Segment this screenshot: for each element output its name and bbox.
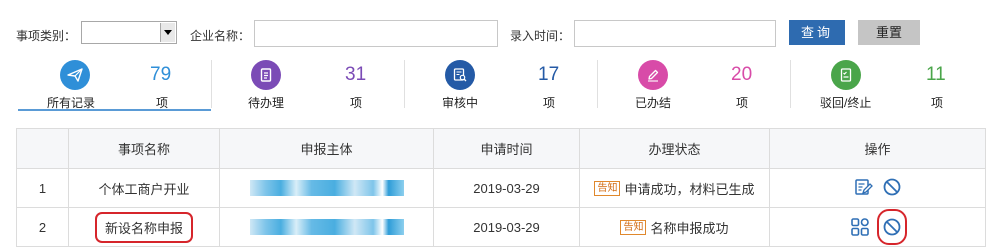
summary-unit: 项: [931, 96, 944, 110]
column-header-applicant: 申报主体: [219, 128, 434, 169]
summary-count: 11: [926, 64, 946, 85]
notice-tag: 告知: [620, 219, 647, 235]
item-name-cell: 新设名称申报: [68, 207, 220, 247]
masked-applicant: [249, 180, 404, 197]
applicant-cell: [219, 207, 434, 247]
category-select[interactable]: [81, 21, 177, 44]
summary-unit: 项: [543, 96, 556, 110]
masked-applicant: [249, 219, 404, 236]
summary-unit: 项: [350, 96, 363, 110]
notice-tag: 告知: [594, 180, 621, 196]
summary-unit: 项: [736, 96, 749, 110]
table-row: 1 个体工商户开业 2019-03-29 告知 申请成功，材料已生成: [16, 168, 986, 208]
actions-cell: [769, 207, 986, 247]
highlighted-action: [876, 209, 907, 245]
divider: [790, 60, 791, 108]
column-header-date: 申请时间: [433, 128, 580, 169]
summary-label: 待办理: [248, 96, 285, 110]
applicant-cell: [219, 168, 434, 208]
summary-count: 31: [345, 64, 367, 85]
checklist-icon: [831, 60, 861, 90]
send-icon: [60, 60, 90, 90]
pen-icon: [638, 60, 668, 90]
apply-date: 2019-03-29: [433, 207, 580, 247]
status-cell: 告知 名称申报成功: [579, 207, 770, 247]
row-index: 2: [16, 207, 69, 247]
edit-form-icon[interactable]: [853, 176, 875, 198]
divider: [404, 60, 405, 108]
query-button[interactable]: 查询: [789, 20, 845, 45]
item-name: 个体工商户开业: [68, 168, 220, 208]
summary-count: 17: [538, 64, 560, 85]
table-header-row: 事项名称 申报主体 申请时间 办理状态 操作: [16, 128, 986, 169]
summary-card-pending[interactable]: 待办理 31 项: [211, 56, 404, 112]
summary-label: 已办结: [635, 96, 672, 110]
time-input[interactable]: [574, 20, 776, 47]
records-table: 事项名称 申报主体 申请时间 办理状态 操作 1 个体工商户开业 2019-03…: [16, 128, 986, 247]
company-label: 企业名称：: [190, 29, 251, 43]
document-list-icon: [251, 60, 281, 90]
cancel-icon[interactable]: [881, 176, 903, 198]
summary-label: 审核中: [442, 96, 479, 110]
column-header-status: 办理状态: [579, 128, 770, 169]
column-header-name: 事项名称: [68, 128, 220, 169]
status-cell: 告知 申请成功，材料已生成: [579, 168, 770, 208]
summary-card-rejected[interactable]: 驳回/终止 11 项: [790, 56, 983, 112]
status-text: 名称申报成功: [650, 220, 729, 236]
apply-date: 2019-03-29: [433, 168, 580, 208]
category-label: 事项类别：: [16, 29, 77, 43]
time-label: 录入时间：: [510, 29, 571, 43]
grid-apps-icon[interactable]: [849, 216, 871, 238]
filter-bar: 事项类别： 企业名称： 录入时间： 查询 重置: [0, 0, 1000, 50]
column-header-index: [16, 128, 69, 169]
divider: [211, 60, 212, 108]
row-index: 1: [16, 168, 69, 208]
table-row: 2 新设名称申报 2019-03-29 告知 名称申报成功: [16, 207, 986, 247]
company-input[interactable]: [254, 20, 498, 47]
status-text: 申请成功，材料已生成: [624, 181, 755, 197]
review-document-icon: [445, 60, 475, 90]
reset-button[interactable]: 重置: [858, 20, 920, 45]
cancel-icon[interactable]: [881, 216, 903, 238]
summary-count: 20: [731, 64, 753, 85]
actions-cell: [769, 168, 986, 208]
summary-card-reviewing[interactable]: 审核中 17 项: [404, 56, 597, 112]
summary-count: 79: [150, 64, 172, 85]
chevron-down-icon[interactable]: [160, 23, 175, 42]
divider: [597, 60, 598, 108]
summary-card-completed[interactable]: 已办结 20 项: [597, 56, 790, 112]
column-header-actions: 操作: [769, 128, 986, 169]
item-name[interactable]: 新设名称申报: [94, 211, 193, 243]
summary-label: 驳回/终止: [820, 96, 872, 110]
active-tab-indicator: [18, 109, 211, 111]
summary-card-all[interactable]: 所有记录 79 项: [18, 56, 211, 112]
